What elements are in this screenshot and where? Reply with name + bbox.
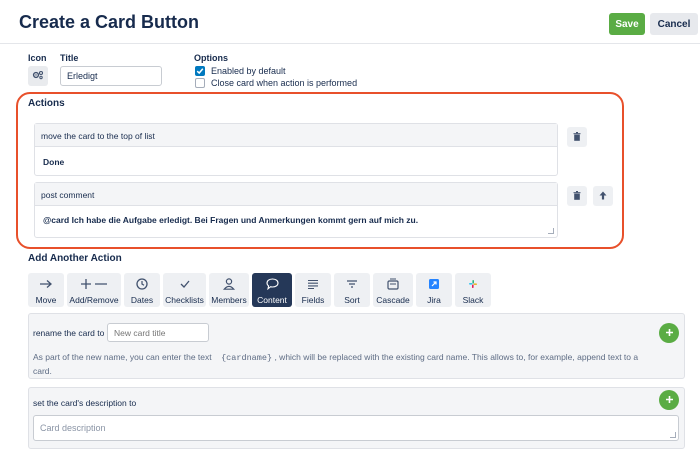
add-rename-action-button[interactable] [659,323,679,343]
header-bar: Create a Card Button Save Cancel [0,0,700,44]
delete-action-button[interactable] [567,127,587,147]
option-enabled-by-default[interactable]: Enabled by default [195,66,286,76]
clock-icon [136,276,148,292]
type-sort-button[interactable]: Sort [334,273,370,307]
type-label: Fields [301,295,325,305]
cascade-icon [387,276,399,292]
checkbox-unchecked[interactable] [195,78,205,88]
options-label: Options [194,53,228,63]
option-label: Close card when action is performed [211,78,358,88]
type-label: Slack [462,295,484,305]
rename-help-text: As part of the new name, you can enter t… [33,352,639,376]
add-description-action-button[interactable] [659,390,679,410]
comment-textarea[interactable]: @card Ich habe die Aufgabe erledigt. Bei… [35,206,557,225]
speech-bubble-icon [265,276,279,292]
type-slack-button[interactable]: Slack [455,273,491,307]
icon-picker-button[interactable] [28,66,48,86]
slack-icon [468,276,478,292]
type-label: Move [35,295,57,305]
type-cascade-button[interactable]: Cascade [373,273,413,307]
plus-icon [665,391,674,409]
type-dates-button[interactable]: Dates [124,273,160,307]
rename-card-panel: rename the card to As part of the new na… [28,313,685,379]
arrow-up-icon [599,187,607,205]
option-label: Enabled by default [211,66,286,76]
description-placeholder: Card description [40,423,106,433]
set-description-panel: set the card's description to Card descr… [28,387,685,449]
trash-icon [573,128,581,146]
title-input[interactable] [60,66,162,86]
checkmark-icon [180,276,190,292]
move-up-button[interactable] [593,186,613,206]
jira-icon [429,276,439,292]
action-value: Done [43,157,65,167]
type-add-remove-button[interactable]: Add/Remove [67,273,121,307]
rename-label: rename the card to [33,328,105,338]
type-label: Sort [344,295,360,305]
action-post-comment: post comment @card Ich habe die Aufgabe … [34,182,558,238]
type-label: Members [211,295,247,305]
type-move-button[interactable]: Move [28,273,64,307]
type-jira-button[interactable]: Jira [416,273,452,307]
option-close-card[interactable]: Close card when action is performed [195,78,357,88]
type-fields-button[interactable]: Fields [295,273,331,307]
new-card-title-input[interactable] [107,323,209,342]
action-head: move the card to the top of list [35,124,557,147]
lines-icon [307,276,319,292]
description-label: set the card's description to [33,398,137,408]
resize-handle[interactable] [548,228,554,234]
type-checklists-button[interactable]: Checklists [163,273,206,307]
actions-title: Actions [28,98,65,109]
plus-minus-icon [80,276,108,292]
trash-icon [573,187,581,205]
cardname-code: {cardname} [221,353,273,363]
type-label: Dates [130,295,154,305]
type-members-button[interactable]: Members [209,273,249,307]
type-content-button[interactable]: Content [252,273,292,307]
resize-handle[interactable] [670,432,676,438]
icon-label: Icon [28,53,47,63]
card-description-textarea[interactable]: Card description [33,415,679,441]
type-label: Jira [427,295,441,305]
gears-icon [32,67,44,85]
action-move-card: move the card to the top of list Done [34,123,558,176]
cancel-button[interactable]: Cancel [650,13,698,35]
arrow-right-icon [39,276,53,292]
action-type-toolbar: Move Add/Remove Dates Checklists Members… [28,273,494,307]
type-label: Cascade [376,295,410,305]
action-head: post comment [35,183,557,206]
delete-action-button[interactable] [567,186,587,206]
sort-icon [346,276,358,292]
title-label: Title [60,53,79,63]
add-action-title: Add Another Action [28,253,122,264]
save-button[interactable]: Save [609,13,645,35]
person-icon [223,276,235,292]
plus-icon [665,324,674,342]
checkbox-checked[interactable] [195,66,205,76]
page-title: Create a Card Button [19,12,200,32]
type-label: Content [257,295,287,305]
type-label: Add/Remove [69,295,119,305]
type-label: Checklists [165,295,204,305]
